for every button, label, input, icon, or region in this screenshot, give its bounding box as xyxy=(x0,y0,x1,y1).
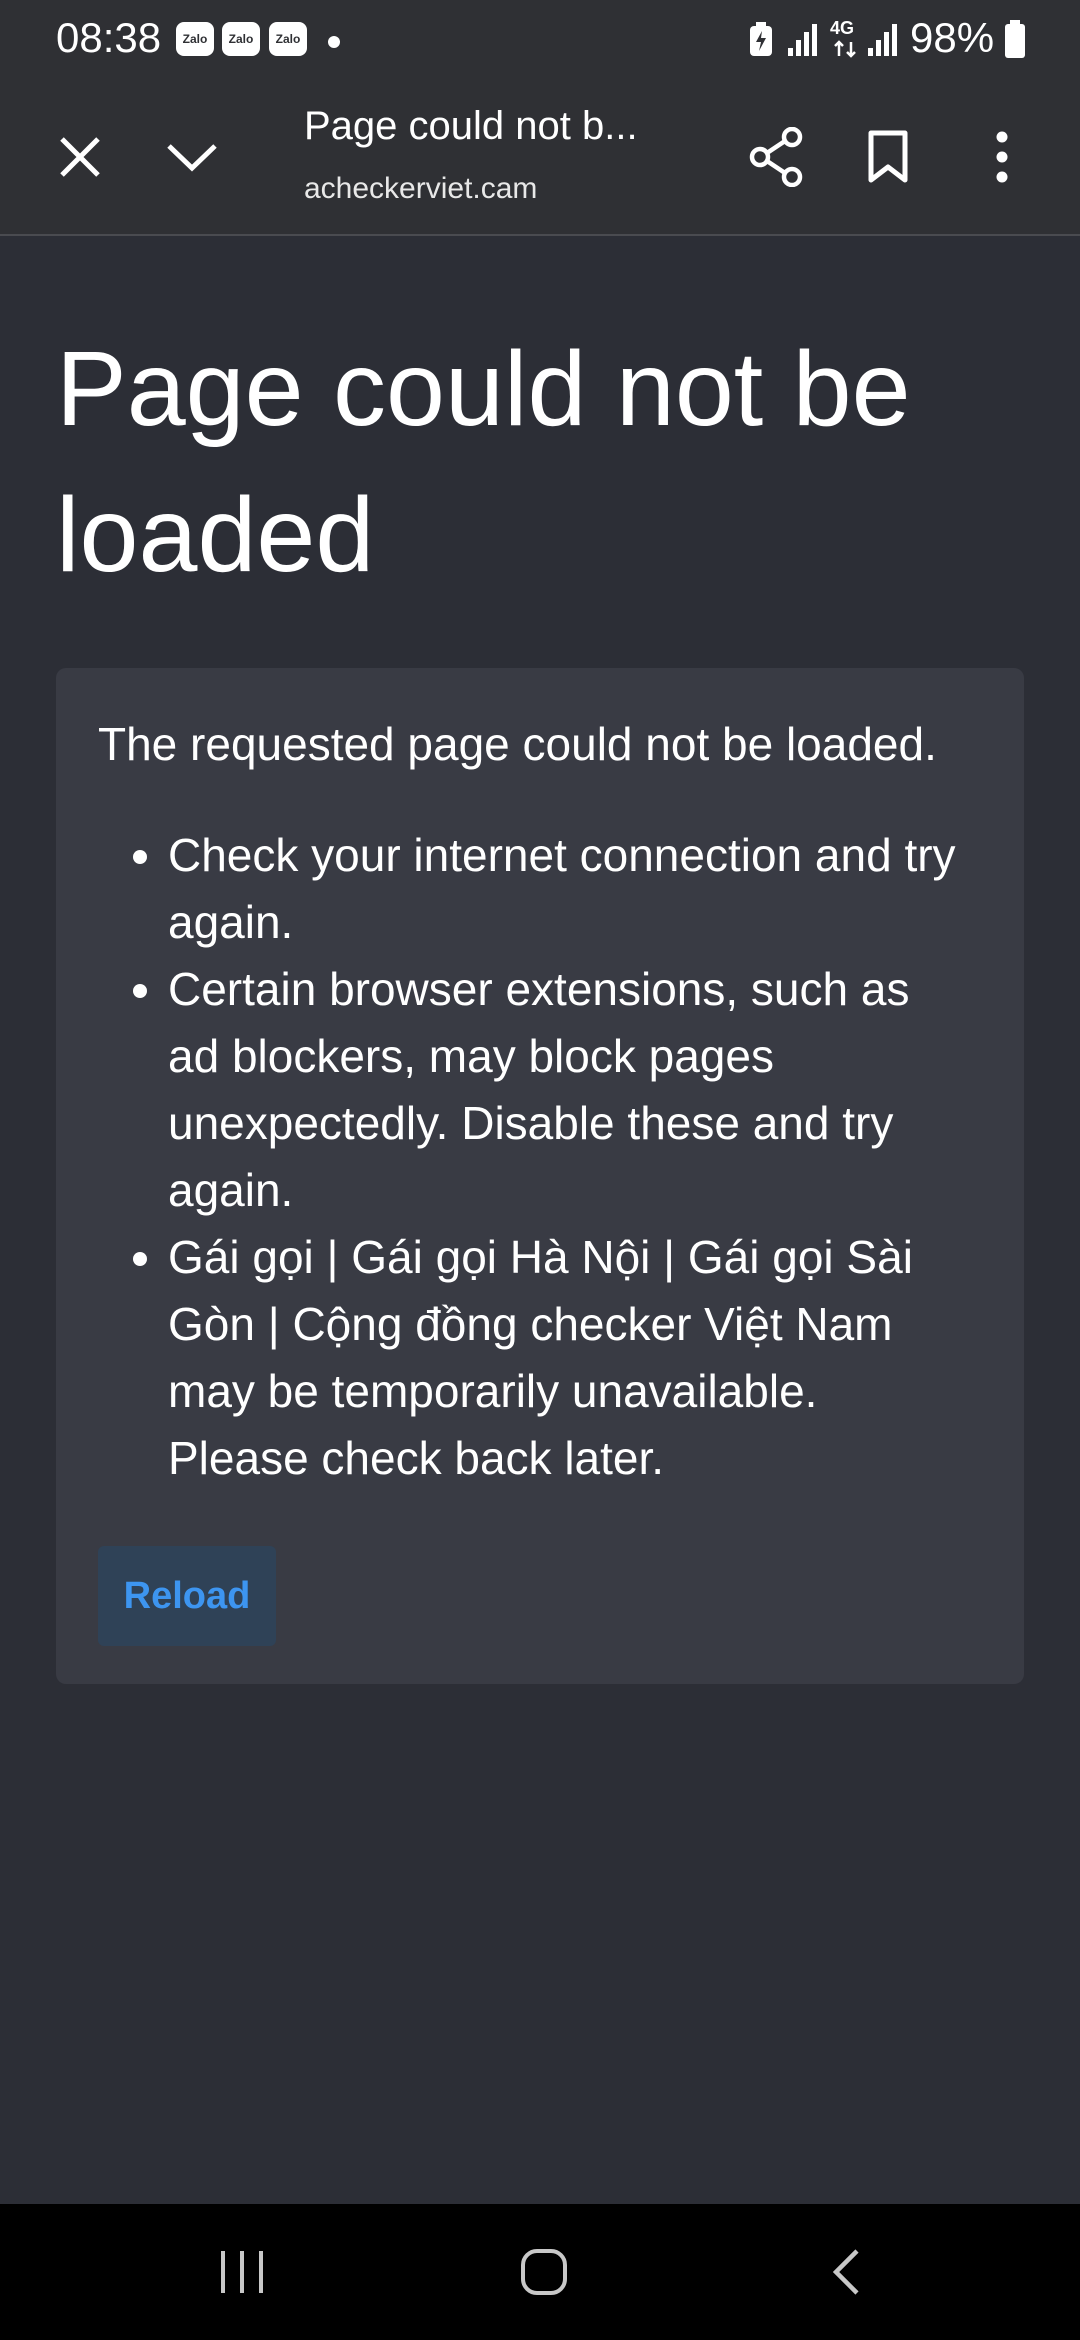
back-button[interactable] xyxy=(786,2232,906,2312)
share-icon xyxy=(749,127,803,187)
status-bar: 08:38 Zalo Zalo Zalo 4G 98% xyxy=(0,0,1080,80)
page-title-label: Page could not b... xyxy=(304,104,638,148)
recent-apps-button[interactable] xyxy=(182,2232,302,2312)
reload-button[interactable]: Reload xyxy=(98,1546,276,1646)
network-type-label: 4G xyxy=(830,18,855,38)
url-label[interactable]: acheckerviet.cam xyxy=(304,172,537,206)
error-intro-text: The requested page could not be loaded. xyxy=(98,718,937,770)
bookmark-icon xyxy=(868,130,908,183)
system-navigation-bar xyxy=(0,2204,1080,2340)
back-icon xyxy=(832,2249,859,2295)
list-item: Gái gọi | Gái gọi Hà Nội | Gái gọi Sài G… xyxy=(168,1224,968,1492)
share-button[interactable] xyxy=(736,117,816,197)
error-card: The requested page could not be loaded. … xyxy=(56,668,1024,1684)
home-icon xyxy=(521,2249,567,2295)
list-item: Check your internet connection and try a… xyxy=(168,822,968,956)
close-icon xyxy=(60,137,100,177)
battery-percentage: 98% xyxy=(910,14,995,61)
battery-saver-icon xyxy=(750,22,772,56)
zalo-notification-icon: Zalo xyxy=(222,22,260,56)
signal-icon xyxy=(788,24,817,56)
list-item: Certain browser extensions, such as ad b… xyxy=(168,956,968,1224)
phone-screen: 08:38 Zalo Zalo Zalo 4G 98% Page could n… xyxy=(0,0,1080,2340)
status-time: 08:38 xyxy=(56,14,162,61)
error-suggestion-list: Check your internet connection and try a… xyxy=(168,822,968,1492)
close-tab-button[interactable] xyxy=(40,117,120,197)
recent-apps-icon xyxy=(221,2251,263,2293)
more-notifications-dot xyxy=(328,36,340,48)
bookmark-button[interactable] xyxy=(848,117,928,197)
custom-tab-toolbar: Page could not b... acheckerviet.cam xyxy=(0,80,1080,236)
minimize-tab-button[interactable] xyxy=(152,117,232,197)
zalo-notification-icon: Zalo xyxy=(269,22,307,56)
page-content: Page could not be loaded The requested p… xyxy=(0,236,1080,2204)
home-button[interactable] xyxy=(484,2232,604,2312)
chevron-down-icon xyxy=(167,144,217,172)
more-options-button[interactable] xyxy=(962,117,1042,197)
battery-icon xyxy=(1005,20,1025,58)
signal-icon xyxy=(868,24,897,56)
more-vert-icon xyxy=(996,131,1008,183)
error-page-title: Page could not be loaded xyxy=(56,330,911,594)
zalo-notification-icon: Zalo xyxy=(176,22,214,56)
data-transfer-icon xyxy=(834,40,856,58)
